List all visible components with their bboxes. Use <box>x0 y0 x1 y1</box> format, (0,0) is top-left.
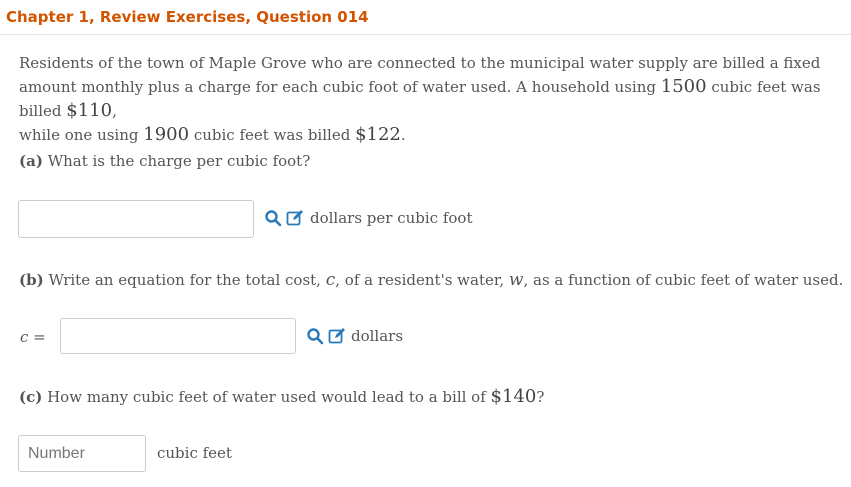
part-b-tools <box>306 327 346 345</box>
part-b-unit: dollars <box>351 327 404 345</box>
problem-text: . <box>400 126 406 144</box>
part-b-text: , as a function of cubic feet of water u… <box>523 271 844 289</box>
part-a-tools <box>264 209 304 227</box>
part-a-question: (a) What is the charge per cubic foot? <box>19 152 310 170</box>
part-a-label: (a) <box>19 152 43 170</box>
part-a-text: What is the charge per cubic foot? <box>42 152 311 170</box>
problem-text: , <box>112 102 117 120</box>
problem-number: 1900 <box>143 124 190 145</box>
search-icon[interactable] <box>306 327 324 345</box>
variable-c: c <box>325 270 336 290</box>
part-b-text: Write an equation for the total cost, <box>43 271 326 289</box>
divider <box>0 34 851 35</box>
problem-number: $122 <box>355 124 401 145</box>
search-icon[interactable] <box>264 209 282 227</box>
page-title: Chapter 1, Review Exercises, Question 01… <box>6 8 369 26</box>
problem-text: cubic feet was billed <box>189 126 356 144</box>
part-b-label: (b) <box>19 271 44 289</box>
part-c-text: ? <box>536 388 545 406</box>
part-b-text: , of a resident's water, <box>335 271 509 289</box>
part-b-question: (b) Write an equation for the total cost… <box>19 270 843 290</box>
problem-statement: Residents of the town of Maple Grove who… <box>19 51 829 147</box>
problem-text: while one using <box>19 126 144 144</box>
edit-icon[interactable] <box>328 327 346 345</box>
part-a-unit: dollars per cubic foot <box>310 209 473 227</box>
part-c-text: How many cubic feet of water used would … <box>42 388 491 406</box>
part-c-number-input[interactable]: Number <box>18 435 146 472</box>
edit-icon[interactable] <box>286 209 304 227</box>
part-c-unit: cubic feet <box>157 444 232 462</box>
part-c-question: (c) How many cubic feet of water used wo… <box>19 386 544 407</box>
problem-number: $110 <box>66 100 113 121</box>
part-b-equation-input[interactable] <box>60 318 296 354</box>
equation-label: c = <box>20 328 46 346</box>
part-a-answer-input[interactable] <box>18 200 254 238</box>
variable-w: w <box>508 270 524 290</box>
problem-number: 1500 <box>660 76 707 97</box>
bill-amount: $140 <box>490 386 537 407</box>
part-c-label: (c) <box>19 388 43 406</box>
